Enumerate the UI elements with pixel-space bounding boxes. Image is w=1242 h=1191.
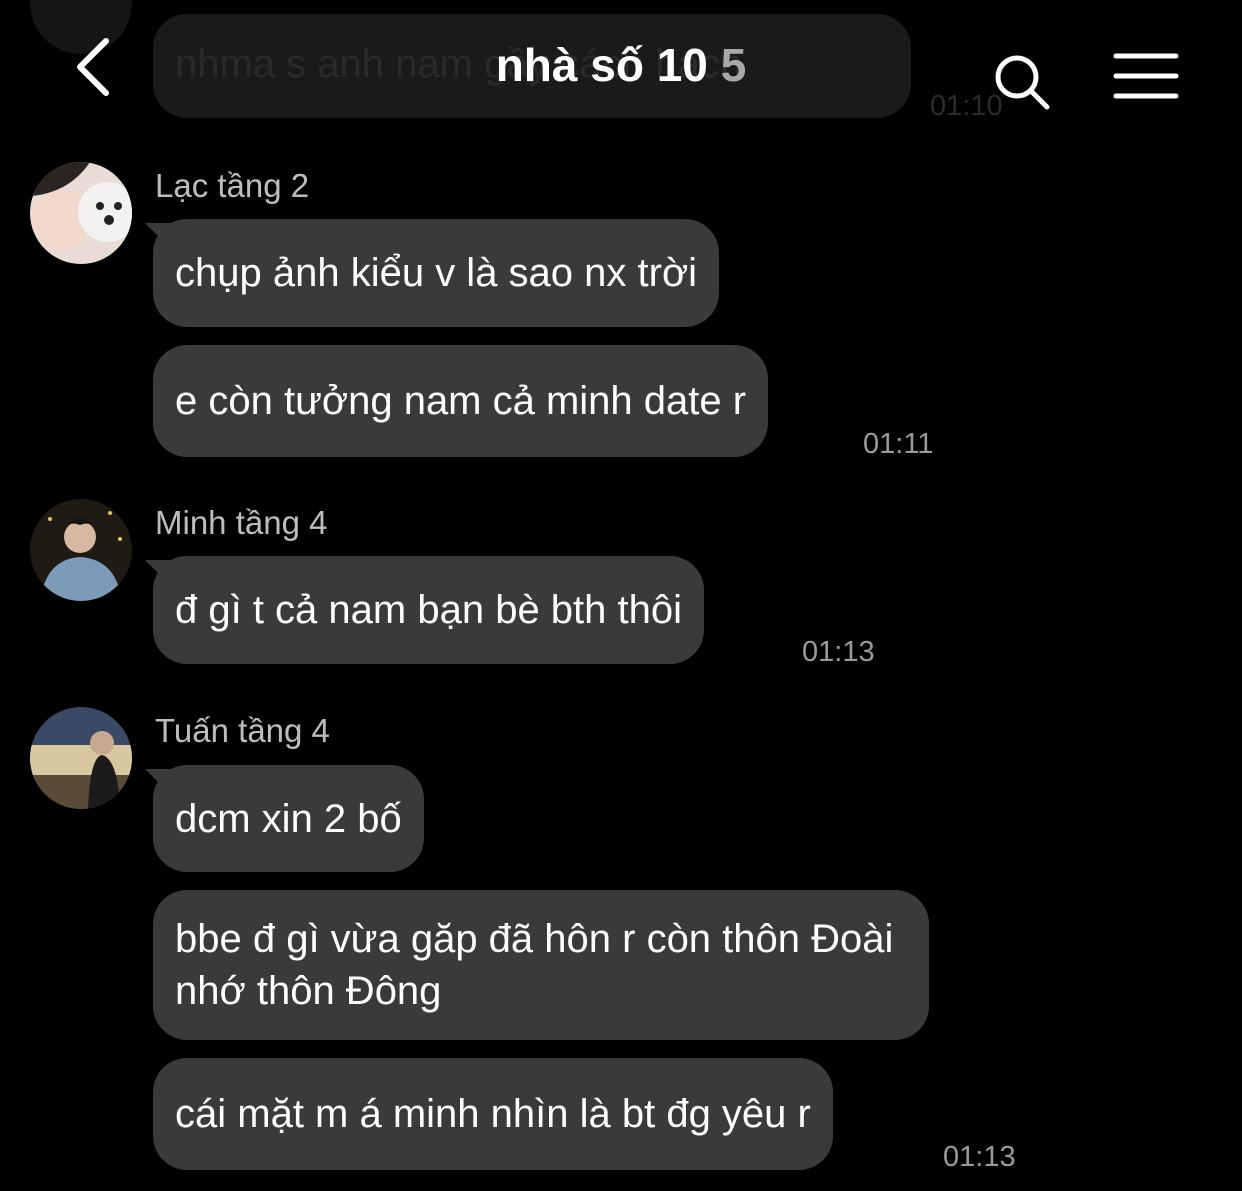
avatar-lac[interactable] xyxy=(30,162,132,264)
message-text: cái mặt m á minh nhìn là bt đg yêu r xyxy=(175,1092,811,1136)
message-time: 01:13 xyxy=(802,636,875,668)
message-bubble[interactable]: cái mặt m á minh nhìn là bt đg yêu r xyxy=(153,1058,833,1170)
message-time: 01:13 xyxy=(943,1141,1016,1173)
sender-name: Lạc tầng 2 xyxy=(155,167,310,204)
message-text: e còn tưởng nam cả minh date r xyxy=(175,379,747,423)
chat-screen: nhma s anh nam gầy cách hách 01:10 nhà s… xyxy=(0,0,1242,1191)
menu-icon xyxy=(1113,53,1179,99)
avatar-minh[interactable] xyxy=(30,499,132,601)
message-text: dcm xin 2 bố xyxy=(175,796,402,841)
search-icon xyxy=(995,55,1050,110)
sender-name: Tuấn tầng 4 xyxy=(155,712,330,749)
menu-button[interactable] xyxy=(1112,50,1180,104)
message-bubble[interactable]: chụp ảnh kiểu v là sao nx trời xyxy=(153,219,720,327)
message-bubble[interactable]: đ gì t cả nam bạn bè bth thôi xyxy=(153,556,705,664)
avatar-tuan[interactable] xyxy=(30,707,132,809)
message-text: đ gì t cả nam bạn bè bth thôi xyxy=(175,588,683,632)
message-bubble[interactable]: e còn tưởng nam cả minh date r xyxy=(153,345,769,457)
message-bubble[interactable]: dcm xin 2 bố xyxy=(153,765,424,872)
search-button[interactable] xyxy=(990,50,1054,114)
back-button[interactable] xyxy=(62,36,122,98)
faded-message-text: nhma s anh nam gầy cách hách xyxy=(175,42,743,86)
chevron-left-icon xyxy=(77,38,109,96)
message-bubble[interactable]: bbe đ gì vừa găp đã hôn r còn thôn Đoài … xyxy=(153,890,929,1040)
message-time: 01:11 xyxy=(863,428,934,460)
message-text: chụp ảnh kiểu v là sao nx trời xyxy=(175,251,698,295)
faded-message-bubble: nhma s anh nam gầy cách hách xyxy=(153,14,911,118)
sender-name: Minh tầng 4 xyxy=(155,504,328,541)
message-text: bbe đ gì vừa găp đã hôn r còn thôn Đoài … xyxy=(175,917,894,1013)
